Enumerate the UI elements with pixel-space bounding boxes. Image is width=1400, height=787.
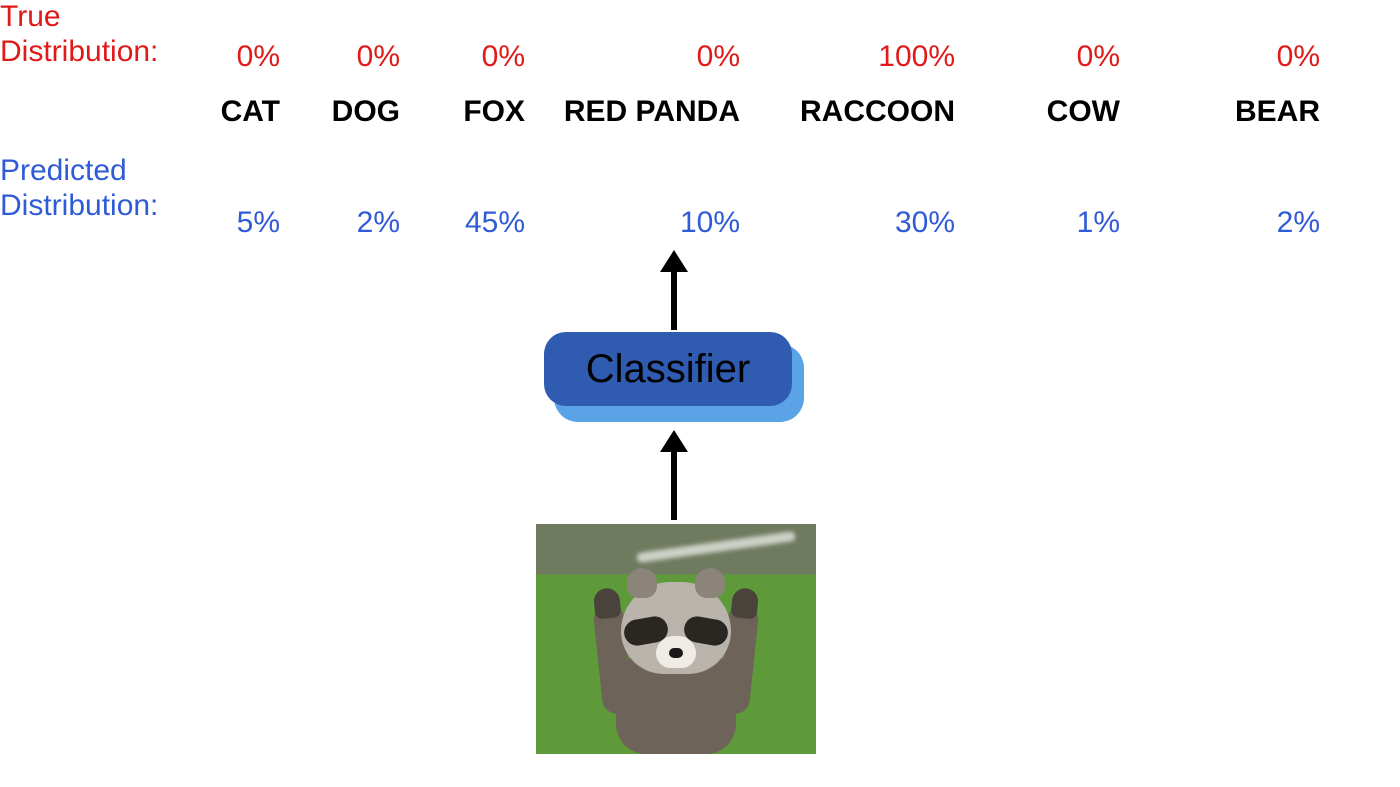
class-cow: COW bbox=[1000, 95, 1120, 129]
classifier-label: Classifier bbox=[586, 347, 750, 392]
class-raccoon: RACCOON bbox=[765, 95, 955, 129]
class-bear: BEAR bbox=[1170, 95, 1320, 129]
input-image bbox=[536, 524, 816, 754]
pred-value-bear: 2% bbox=[1170, 206, 1320, 240]
true-value-fox: 0% bbox=[425, 40, 525, 74]
pred-value-dog: 2% bbox=[305, 206, 400, 240]
true-value-bear: 0% bbox=[1170, 40, 1320, 74]
pred-value-cat: 5% bbox=[185, 206, 280, 240]
pred-value-fox: 45% bbox=[425, 206, 525, 240]
true-distribution-label: True Distribution: bbox=[0, 0, 158, 69]
arrow-up-icon bbox=[660, 250, 688, 330]
pred-value-redpanda: 10% bbox=[555, 206, 740, 240]
pred-value-raccoon: 30% bbox=[765, 206, 955, 240]
true-value-dog: 0% bbox=[305, 40, 400, 74]
true-value-cow: 0% bbox=[1000, 40, 1120, 74]
arrow-up-icon bbox=[660, 430, 688, 520]
predicted-distribution-label: Predicted Distribution: bbox=[0, 154, 158, 223]
class-cat: CAT bbox=[185, 95, 280, 129]
true-value-redpanda: 0% bbox=[555, 40, 740, 74]
diagram-stage: True Distribution: Predicted Distributio… bbox=[0, 0, 1400, 787]
pred-value-cow: 1% bbox=[1000, 206, 1120, 240]
true-value-cat: 0% bbox=[185, 40, 280, 74]
class-redpanda: RED PANDA bbox=[555, 95, 740, 129]
class-fox: FOX bbox=[425, 95, 525, 129]
class-dog: DOG bbox=[305, 95, 400, 129]
classifier-box: Classifier bbox=[544, 332, 804, 420]
true-value-raccoon: 100% bbox=[765, 40, 955, 74]
